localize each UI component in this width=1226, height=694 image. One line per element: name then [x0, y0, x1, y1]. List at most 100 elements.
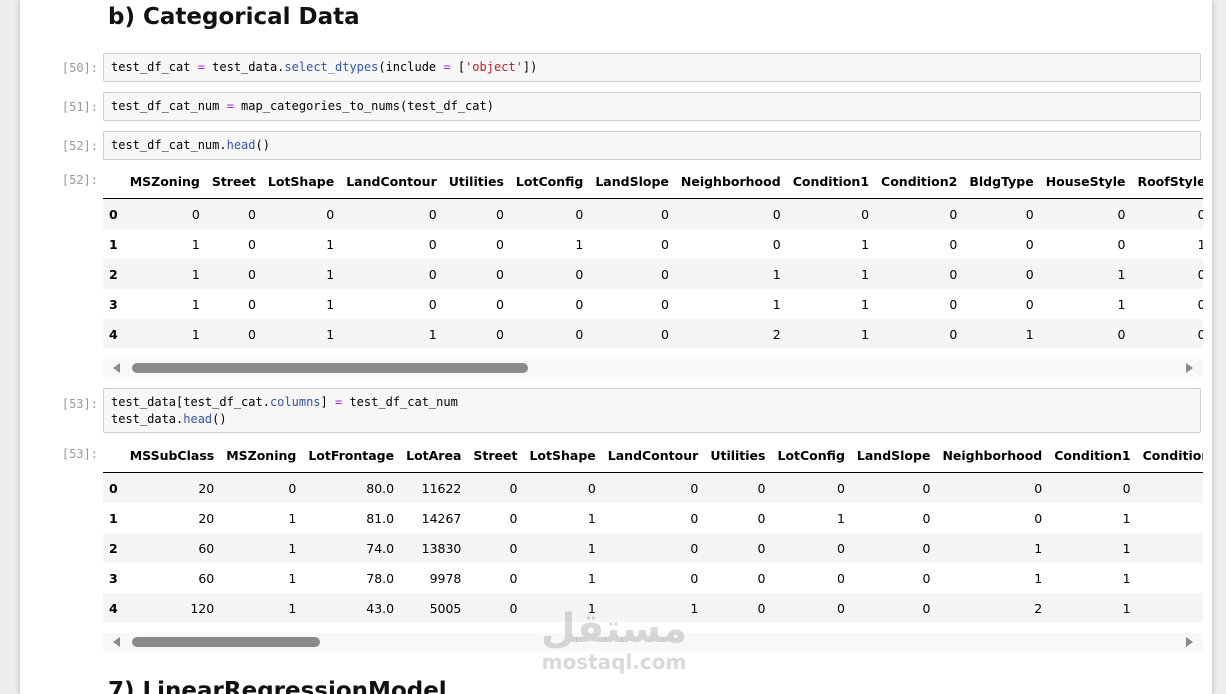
table-cell: 0 [575, 296, 584, 312]
table-cell: 0 [495, 296, 504, 312]
table-cell: 0 [690, 510, 699, 526]
column-header: Condition2 [1136, 438, 1203, 473]
table-cell: 1 [587, 540, 596, 556]
table-cell: 0 [836, 600, 845, 616]
table-cell: 0 [836, 480, 845, 496]
table-cell: 2 [772, 326, 781, 342]
table-cell: 1 [1122, 570, 1131, 586]
code-cell-51[interactable]: test_df_cat_num = map_categories_to_nums… [103, 92, 1201, 121]
section-heading: b) Categorical Data [108, 4, 360, 30]
column-header: BldgType [963, 164, 1040, 199]
dataframe-output-53: MSSubClass MSZoning LotFrontage LotArea Stre… [103, 438, 1203, 622]
table-cell: 78.0 [366, 570, 395, 586]
cell-prompt-53: [53]: [61, 397, 98, 411]
table-cell: 0 [949, 326, 958, 342]
table-cell: 0 [495, 206, 504, 222]
table-cell: 0 [757, 480, 766, 496]
table-cell: 0 [1025, 206, 1034, 222]
table-cell: 1 [772, 296, 781, 312]
table-cell: 1 [326, 236, 335, 252]
table-cell: 1 [1034, 570, 1043, 586]
code-cell-53[interactable]: test_data[test_df_cat.columns] = test_df… [103, 388, 1201, 433]
row-index: 2 [109, 540, 118, 556]
scroll-left-icon[interactable] [113, 637, 120, 647]
column-header: LotArea [400, 438, 468, 473]
table-cell: 0 [509, 480, 518, 496]
table-cell: 1 [587, 570, 596, 586]
scroll-left-icon[interactable] [113, 363, 120, 373]
table-cell: 1 [326, 296, 335, 312]
code-cell-52[interactable]: test_df_cat_num.head() [103, 131, 1201, 160]
table-cell: 1 [428, 326, 437, 342]
row-index: 1 [109, 510, 118, 526]
table-cell: 0 [757, 510, 766, 526]
table-cell: 1 [575, 236, 584, 252]
table-cell: 0 [428, 236, 437, 252]
dataframe-table: MSSubClass MSZoning LotFrontage LotArea Stre… [103, 438, 1203, 622]
table-cell: 1 [1025, 326, 1034, 342]
dataframe-output-52: MSZoning Street LotShape LandContour Utiliti… [103, 164, 1203, 348]
table-cell: 0 [660, 326, 669, 342]
table-cell: 0 [1137, 533, 1203, 563]
scroll-right-icon[interactable] [1186, 637, 1193, 647]
column-header: HouseStyle [1039, 164, 1132, 199]
table-cell: 1 [288, 600, 297, 616]
table-cell: 0 [1197, 326, 1203, 342]
column-header: LotShape [261, 164, 341, 199]
cell-prompt-51: [51]: [61, 100, 98, 114]
table-cell: 1 [861, 326, 870, 342]
column-header: Neighborhood [936, 438, 1049, 473]
column-header: Utilities [442, 164, 510, 199]
table-row: 410110002101000 [103, 319, 1203, 348]
table-cell: 1 [772, 266, 781, 282]
scrollbar-thumb[interactable] [132, 637, 320, 647]
table-row: 120181.0142670100100100 [103, 503, 1203, 533]
table-cell: 0 [772, 236, 781, 252]
output-prompt-52: [52]: [61, 173, 98, 187]
table-cell: 0 [1117, 206, 1126, 222]
table-cell: 1 [861, 266, 870, 282]
table-cell: 1 [191, 296, 200, 312]
column-header: MSZoning [123, 164, 206, 199]
table-cell: 0 [1117, 326, 1126, 342]
table-cell: 0 [428, 206, 437, 222]
column-header: Condition2 [875, 164, 964, 199]
column-header: Street [467, 438, 524, 473]
table-cell: 0 [757, 570, 766, 586]
table-cell: 0 [1025, 296, 1034, 312]
table-cell: 81.0 [366, 510, 395, 526]
table-cell: 1 [1117, 266, 1126, 282]
table-cell: 0 [575, 326, 584, 342]
row-index: 3 [109, 296, 118, 312]
code-cell-50[interactable]: test_df_cat = test_data.select_dtypes(in… [103, 53, 1201, 82]
table-cell: 1 [191, 266, 200, 282]
table-cell: 2 [1034, 600, 1043, 616]
table-cell: 1 [326, 326, 335, 342]
table-cell: 1 [836, 510, 845, 526]
table-cell: 1 [288, 570, 297, 586]
table-cell: 0 [509, 570, 518, 586]
column-header: LotFrontage [302, 438, 401, 473]
table-cell: 1 [191, 326, 200, 342]
column-header: LandSlope [850, 438, 937, 473]
table-cell: 0 [1197, 296, 1203, 312]
table-cell: 43.0 [366, 600, 395, 616]
table-cell: 0 [247, 326, 256, 342]
table-cell: 0 [247, 206, 256, 222]
table-cell: 14267 [421, 510, 462, 526]
row-index: 1 [109, 236, 118, 252]
scroll-right-icon[interactable] [1186, 363, 1193, 373]
watermark-latin: mostaql.com [541, 650, 687, 674]
table-cell: 9978 [429, 570, 462, 586]
table-cell: 1 [326, 266, 335, 282]
table-cell: 0 [509, 540, 518, 556]
table-row: 210100001100100 [103, 259, 1203, 289]
table-cell: 60 [198, 540, 215, 556]
table-row: 000000000000000 [103, 198, 1203, 229]
scrollbar-thumb[interactable] [132, 363, 528, 373]
column-header: LandSlope [589, 164, 675, 199]
table-cell: 0 [922, 510, 931, 526]
table-row: 360178.099780100001100 [103, 563, 1203, 593]
horizontal-scrollbar[interactable] [103, 359, 1203, 377]
table-cell: 0 [922, 600, 931, 616]
